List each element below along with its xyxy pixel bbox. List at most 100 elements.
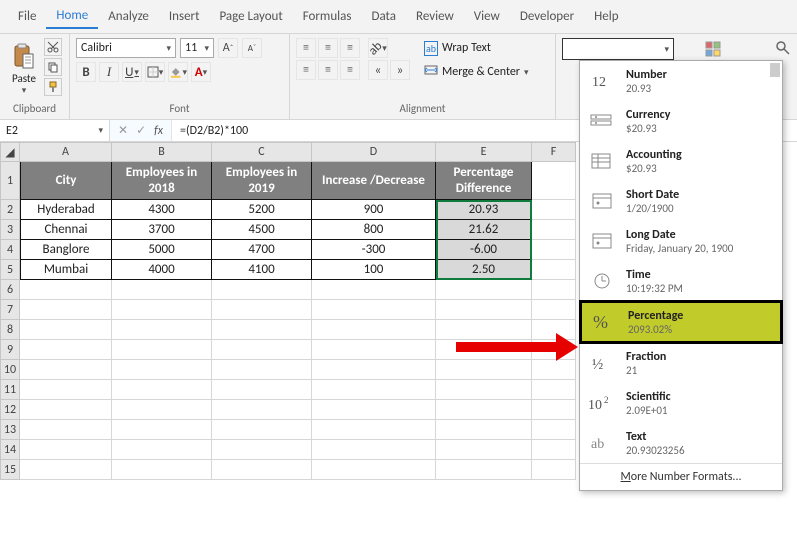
cell[interactable] bbox=[112, 380, 212, 400]
italic-button[interactable]: I bbox=[99, 62, 119, 82]
align-top-button[interactable]: ≡ bbox=[296, 38, 316, 58]
cell[interactable] bbox=[532, 300, 576, 320]
cell[interactable]: Banglore bbox=[20, 240, 112, 260]
format-option-currency[interactable]: Currency$20.93 bbox=[580, 101, 782, 141]
row-header[interactable]: 7 bbox=[0, 300, 20, 320]
format-option-percentage[interactable]: %Percentage2093.02% bbox=[579, 300, 783, 344]
table-header[interactable]: Employees in 2019 bbox=[212, 162, 312, 200]
row-header[interactable]: 1 bbox=[0, 162, 20, 200]
cell[interactable] bbox=[532, 240, 576, 260]
cell[interactable]: 800 bbox=[312, 220, 436, 240]
cell[interactable] bbox=[112, 320, 212, 340]
cell[interactable]: -300 bbox=[312, 240, 436, 260]
paste-button[interactable]: Paste ▾ bbox=[6, 38, 42, 98]
row-header[interactable]: 15 bbox=[0, 460, 20, 480]
cell[interactable] bbox=[532, 460, 576, 480]
font-size-dropdown[interactable]: 11 ▾ bbox=[180, 38, 214, 58]
row-header[interactable]: 8 bbox=[0, 320, 20, 340]
row-header[interactable]: 5 bbox=[0, 260, 20, 280]
cell[interactable] bbox=[112, 440, 212, 460]
menu-formulas[interactable]: Formulas bbox=[293, 5, 362, 28]
row-header[interactable]: 4 bbox=[0, 240, 20, 260]
cell[interactable]: 21.62 bbox=[436, 220, 532, 240]
cell[interactable] bbox=[312, 380, 436, 400]
cell[interactable] bbox=[532, 360, 576, 380]
cell[interactable]: 5200 bbox=[212, 200, 312, 220]
align-bottom-button[interactable]: ≡ bbox=[340, 38, 360, 58]
align-left-button[interactable]: ≡ bbox=[296, 60, 316, 80]
cell[interactable] bbox=[112, 400, 212, 420]
cell[interactable] bbox=[312, 460, 436, 480]
cell[interactable] bbox=[112, 460, 212, 480]
cell[interactable] bbox=[212, 360, 312, 380]
cell[interactable] bbox=[20, 440, 112, 460]
menu-file[interactable]: File bbox=[8, 5, 46, 28]
font-color-button[interactable]: A▾ bbox=[191, 62, 211, 82]
cell[interactable] bbox=[20, 380, 112, 400]
row-header[interactable]: 11 bbox=[0, 380, 20, 400]
cancel-formula-icon[interactable]: ✕ bbox=[118, 123, 128, 138]
cell[interactable]: 4300 bbox=[112, 200, 212, 220]
cell[interactable]: Mumbai bbox=[20, 260, 112, 280]
cell[interactable] bbox=[312, 420, 436, 440]
row-header[interactable]: 9 bbox=[0, 340, 20, 360]
search-icon[interactable] bbox=[775, 46, 791, 60]
cell[interactable] bbox=[112, 360, 212, 380]
orientation-button[interactable]: ab▾ bbox=[368, 38, 388, 58]
more-number-formats[interactable]: More Number Formats... bbox=[580, 463, 782, 490]
cell[interactable] bbox=[532, 380, 576, 400]
decrease-indent-button[interactable]: « bbox=[368, 60, 388, 80]
cell[interactable] bbox=[112, 340, 212, 360]
cell[interactable] bbox=[212, 460, 312, 480]
col-header[interactable]: C bbox=[212, 142, 312, 162]
cell[interactable] bbox=[20, 400, 112, 420]
format-option-time[interactable]: Time10:19:32 PM bbox=[580, 261, 782, 301]
cell[interactable]: 20.93 bbox=[436, 200, 532, 220]
menu-page-layout[interactable]: Page Layout bbox=[209, 5, 292, 28]
font-name-dropdown[interactable]: Calibri ▾ bbox=[76, 38, 176, 58]
cell[interactable] bbox=[112, 280, 212, 300]
copy-button[interactable] bbox=[44, 58, 62, 76]
cell[interactable]: 4700 bbox=[212, 240, 312, 260]
menu-home[interactable]: Home bbox=[46, 4, 98, 29]
cell[interactable] bbox=[312, 320, 436, 340]
cell[interactable] bbox=[312, 400, 436, 420]
menu-analyze[interactable]: Analyze bbox=[98, 5, 159, 28]
increase-font-button[interactable]: Aˆ bbox=[218, 38, 238, 58]
table-header[interactable]: Employees in 2018 bbox=[112, 162, 212, 200]
col-header[interactable]: E bbox=[436, 142, 532, 162]
col-header[interactable]: F bbox=[532, 142, 576, 162]
cell[interactable] bbox=[532, 200, 576, 220]
cell[interactable] bbox=[312, 440, 436, 460]
table-header[interactable]: Percentage Difference bbox=[436, 162, 532, 200]
align-middle-button[interactable]: ≡ bbox=[318, 38, 338, 58]
bold-button[interactable]: B bbox=[76, 62, 96, 82]
wrap-text-button[interactable]: ab Wrap Text bbox=[418, 38, 535, 58]
cell[interactable] bbox=[436, 380, 532, 400]
name-box[interactable]: E2 ▾ bbox=[0, 120, 110, 141]
cell[interactable] bbox=[436, 280, 532, 300]
cell[interactable] bbox=[112, 420, 212, 440]
cell[interactable] bbox=[436, 420, 532, 440]
cell[interactable] bbox=[20, 360, 112, 380]
format-option-number[interactable]: 12Number20.93 bbox=[580, 61, 782, 101]
menu-insert[interactable]: Insert bbox=[159, 5, 210, 28]
select-all-corner[interactable]: ◢ bbox=[0, 142, 20, 162]
cell[interactable] bbox=[312, 340, 436, 360]
cell[interactable]: 900 bbox=[312, 200, 436, 220]
cell[interactable] bbox=[212, 440, 312, 460]
row-header[interactable]: 6 bbox=[0, 280, 20, 300]
format-option-scientific[interactable]: 102Scientific2.09E+01 bbox=[580, 383, 782, 423]
cell[interactable]: 4000 bbox=[112, 260, 212, 280]
cell[interactable] bbox=[212, 300, 312, 320]
align-center-button[interactable]: ≡ bbox=[318, 60, 338, 80]
col-header[interactable]: D bbox=[312, 142, 436, 162]
cell[interactable] bbox=[532, 400, 576, 420]
cell[interactable]: -6.00 bbox=[436, 240, 532, 260]
enter-formula-icon[interactable]: ✓ bbox=[136, 123, 146, 138]
row-header[interactable]: 3 bbox=[0, 220, 20, 240]
cell[interactable] bbox=[20, 460, 112, 480]
cell[interactable]: Hyderabad bbox=[20, 200, 112, 220]
format-option-accounting[interactable]: Accounting$20.93 bbox=[580, 141, 782, 181]
cell[interactable]: Chennai bbox=[20, 220, 112, 240]
